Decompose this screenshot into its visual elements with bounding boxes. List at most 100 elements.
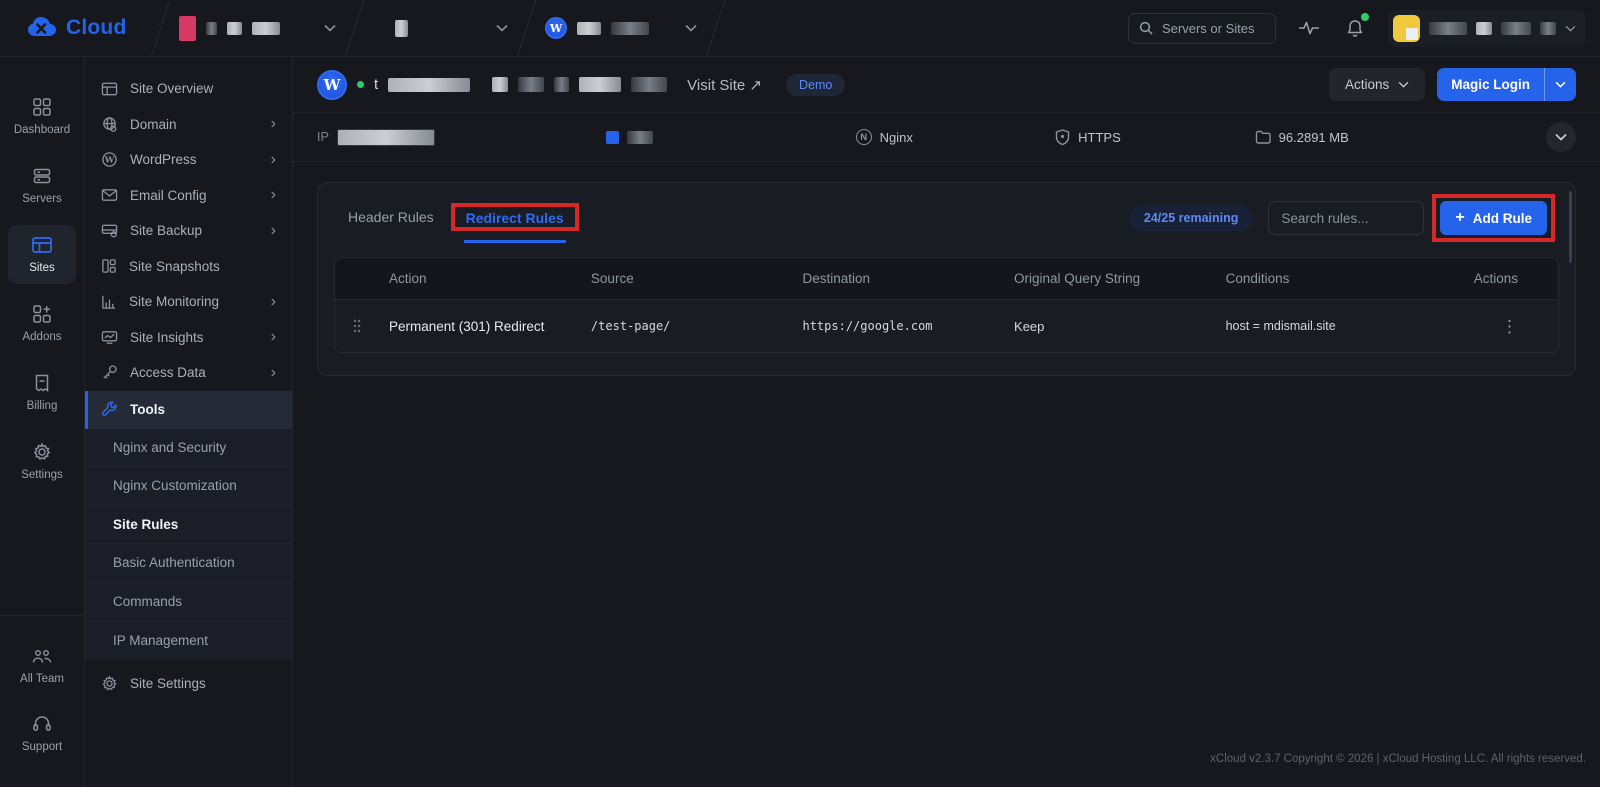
wrench-icon: [101, 401, 118, 418]
row-kebab-menu[interactable]: ⋮: [1501, 318, 1518, 335]
rail-item-sites[interactable]: Sites: [8, 225, 76, 284]
search-rules-input[interactable]: [1268, 201, 1425, 235]
rail-item-dashboard[interactable]: Dashboard: [8, 87, 76, 146]
magic-login-chevron[interactable]: [1544, 68, 1576, 101]
envelope-icon: [101, 188, 118, 202]
tools-submenu: Nginx and Security Nginx Customization S…: [85, 428, 292, 660]
rule-query-string: Keep: [1014, 318, 1045, 334]
rail-item-servers[interactable]: Servers: [8, 156, 76, 215]
redacted-block: [336, 128, 435, 146]
tab-header-rules[interactable]: Header Rules: [346, 197, 436, 239]
billing-receipt-icon: [32, 373, 52, 393]
site-info-bar: IP N Nginx HTTPS 96.2891 MB: [293, 112, 1600, 162]
visit-site-link[interactable]: Visit Site ↗: [687, 76, 762, 94]
notifications-bell-icon[interactable]: [1342, 13, 1369, 41]
redacted-block: [579, 77, 622, 92]
nginx-icon: N: [855, 129, 872, 145]
globe-icon: [101, 116, 118, 133]
redacted-block: [388, 77, 471, 92]
sidebar-item-commands[interactable]: Commands: [85, 583, 292, 621]
user-menu[interactable]: [1388, 9, 1586, 47]
sidebar-item-nginx-and-security[interactable]: Nginx and Security: [85, 429, 292, 467]
add-rule-button[interactable]: + Add Rule: [1440, 201, 1547, 235]
sidebar-item-site-overview[interactable]: Site Overview: [85, 71, 292, 107]
sidebar-item-nginx-customization[interactable]: Nginx Customization: [85, 467, 292, 506]
table-header-row: Action Source Destination Original Query…: [335, 258, 1558, 299]
magic-login-button[interactable]: Magic Login: [1437, 68, 1576, 101]
sidebar-item-site-backup[interactable]: Site Backup ›: [85, 213, 292, 249]
sidebar-item-basic-authentication[interactable]: Basic Authentication: [85, 544, 292, 583]
sidebar-item-access-data[interactable]: Access Data ›: [85, 355, 292, 391]
ip-cell: IP: [317, 128, 606, 146]
drag-handle[interactable]: [335, 319, 381, 333]
topbar-right: [1128, 9, 1586, 47]
info-bar-expand-button[interactable]: [1546, 122, 1576, 152]
browser-icon: [101, 81, 118, 97]
team-selector[interactable]: [161, 0, 354, 57]
redacted-block: [395, 19, 408, 37]
site-header: W t Visit Site ↗ Demo Actions Magic Logi…: [293, 57, 1600, 112]
xcloud-logo[interactable]: Cloud: [0, 15, 160, 41]
global-search-input[interactable]: [1162, 20, 1265, 36]
rail-item-settings[interactable]: Settings: [8, 432, 76, 491]
sidebar-item-domain[interactable]: Domain ›: [85, 107, 292, 143]
remaining-badge: 24/25 remaining: [1129, 205, 1253, 231]
global-search[interactable]: [1128, 12, 1276, 44]
tab-redirect-rules[interactable]: Redirect Rules: [463, 198, 566, 243]
col-destination: Destination: [802, 271, 871, 286]
rail-item-all-team[interactable]: All Team: [8, 638, 76, 695]
sidebar-item-ip-management[interactable]: IP Management: [85, 621, 292, 660]
wordpress-site-icon: W: [317, 69, 347, 100]
rule-source: /test-page/: [590, 319, 671, 333]
rail-divider: [0, 615, 85, 616]
svg-text:W: W: [104, 156, 115, 166]
sidebar-item-tools[interactable]: Tools: [85, 390, 292, 429]
servers-icon: [32, 166, 52, 186]
actions-dropdown-button[interactable]: Actions: [1328, 68, 1426, 101]
sidebar-item-site-monitoring[interactable]: Site Monitoring ›: [85, 284, 292, 320]
redacted-block: [492, 77, 509, 92]
shield-icon: [1055, 128, 1070, 146]
footer-copyright: xCloud v2.3.7 Copyright © 2026 | xCloud …: [1210, 753, 1586, 765]
activity-pulse-icon[interactable]: [1296, 15, 1322, 41]
sidebar-item-site-insights[interactable]: Site Insights ›: [85, 320, 292, 356]
site-selector[interactable]: W: [527, 0, 715, 57]
chevron-down-icon: [685, 24, 697, 32]
php-square-icon: [606, 130, 620, 144]
redacted-block: [627, 130, 654, 144]
redacted-block: [518, 77, 545, 92]
chevron-right-icon: ›: [270, 150, 276, 168]
plus-icon: +: [1455, 209, 1465, 226]
redacted-block: [577, 21, 601, 35]
gear-icon: [32, 442, 52, 462]
sidebar-item-email-config[interactable]: Email Config ›: [85, 178, 292, 214]
app-root: Cloud W Servers or Sites Dashboard Serve…: [0, 0, 1600, 787]
snapshots-icon: [101, 258, 117, 274]
rail-item-support[interactable]: Support: [8, 705, 76, 763]
redacted-block: [554, 77, 570, 92]
col-original-query-string: Original Query String: [1014, 271, 1141, 286]
sidebar-item-site-snapshots[interactable]: Site Snapshots: [85, 249, 292, 285]
sites-browser-icon: [31, 235, 53, 255]
insights-monitor-icon: [101, 330, 118, 345]
site-name: t: [374, 76, 379, 93]
rail-item-billing[interactable]: Billing: [8, 363, 76, 422]
rail-item-addons[interactable]: Addons: [8, 294, 76, 353]
chevron-right-icon: ›: [270, 363, 276, 381]
cloud-logo-icon: [26, 15, 60, 41]
tab-redirect-rules-wrap: Redirect Rules: [450, 198, 579, 243]
site-sidebar: Site Overview Domain › W WordPress › Ema…: [85, 57, 293, 787]
sidebar-item-wordpress[interactable]: W WordPress ›: [85, 142, 292, 178]
chevron-right-icon: ›: [270, 328, 276, 346]
main-content: W t Visit Site ↗ Demo Actions Magic Logi…: [293, 57, 1600, 787]
sidebar-item-site-rules[interactable]: Site Rules: [85, 506, 292, 544]
redacted-block: [206, 21, 217, 35]
redacted-block: [1540, 21, 1556, 35]
rules-tabs: Header Rules Redirect Rules 24/25 remain…: [334, 194, 1559, 251]
server-selector[interactable]: [355, 0, 526, 57]
card-scrollbar[interactable]: [1569, 191, 1572, 263]
site-header-actions: Actions Magic Login: [1328, 68, 1576, 101]
folder-icon: [1255, 130, 1271, 144]
backup-card-icon: [101, 223, 118, 238]
sidebar-item-site-settings[interactable]: Site Settings: [85, 666, 292, 702]
